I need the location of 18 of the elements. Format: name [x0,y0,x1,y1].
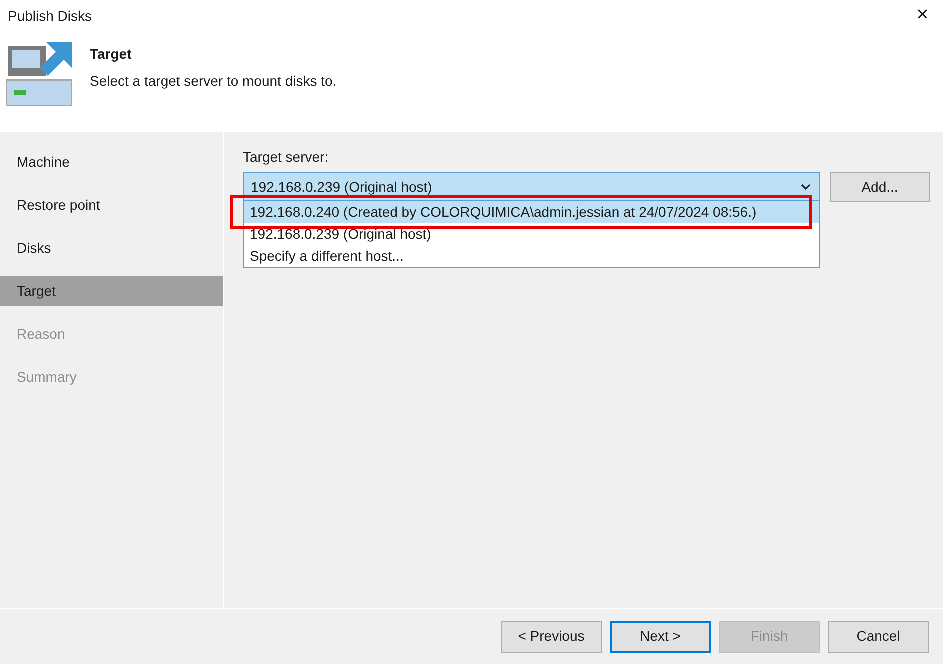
wizard-step[interactable]: Machine [0,147,223,177]
wizard-button[interactable]: Next > [610,620,711,652]
add-button[interactable]: Add... [830,172,930,202]
wizard-button[interactable]: < Previous [501,620,602,652]
computer-arrow-icon [6,42,72,106]
dropdown-option[interactable]: 192.168.0.239 (Original host) [244,223,819,245]
dropdown-option[interactable]: Specify a different host... [244,245,819,267]
page-heading: Target [90,45,133,64]
wizard-step[interactable]: Restore point [0,190,223,220]
dropdown-option[interactable]: 192.168.0.240 (Created by COLORQUIMICA\admin.jessian at 24/07/2024 08:56.) [244,201,819,223]
wizard-button[interactable]: Cancel [828,620,929,652]
close-button[interactable]: ✕ [912,4,933,28]
window-title: Publish Disks [8,6,92,26]
wizard-step[interactable]: Disks [0,233,223,263]
chevron-down-icon [801,184,811,190]
field-label: Target server: [243,149,329,165]
page-description: Select a target server to mount disks to. [90,72,337,91]
wizard-step[interactable]: Target [0,276,223,306]
